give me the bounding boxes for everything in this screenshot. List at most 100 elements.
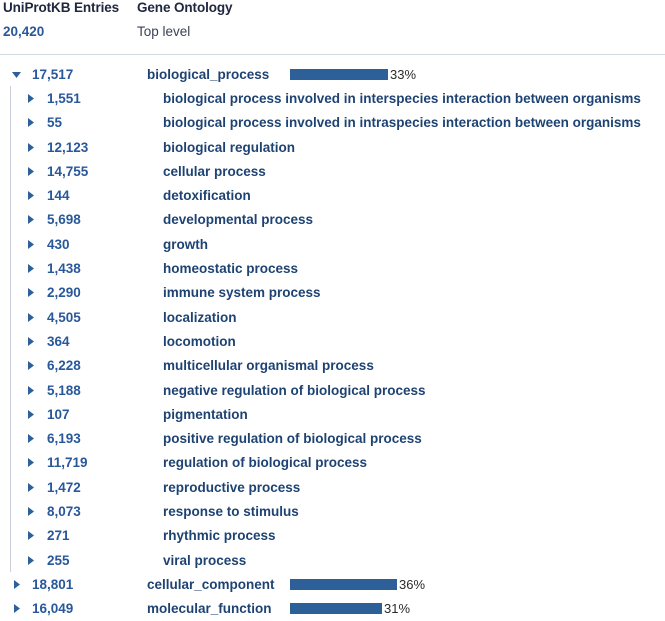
caret-right-icon[interactable]: [23, 504, 37, 518]
coverage-percent-label: 36%: [399, 576, 426, 592]
ontology-level-label: Top level: [137, 24, 191, 39]
tree-row: 107 pigmentation: [0, 402, 665, 426]
entry-count-link[interactable]: 8,073: [47, 504, 81, 519]
tree-row: 8,073 response to stimulus: [0, 499, 665, 523]
entry-count-link[interactable]: 1,551: [47, 91, 81, 106]
caret-right-icon[interactable]: [23, 456, 37, 470]
caret-right-icon[interactable]: [23, 407, 37, 421]
gene-ontology-term-link[interactable]: biological regulation: [163, 140, 295, 155]
gene-ontology-term-link[interactable]: reproductive process: [163, 480, 300, 495]
gene-ontology-term-link[interactable]: molecular_function: [147, 601, 272, 616]
caret-right-icon[interactable]: [23, 334, 37, 348]
gene-ontology-term-link[interactable]: detoxification: [163, 188, 251, 203]
tree-row: 12,123 biological regulation: [0, 135, 665, 159]
gene-ontology-term-link[interactable]: homeostatic process: [163, 261, 298, 276]
gene-ontology-term-link[interactable]: negative regulation of biological proces…: [163, 383, 426, 398]
caret-right-icon[interactable]: [23, 140, 37, 154]
tree-row: 6,228 multicellular organismal process: [0, 354, 665, 378]
caret-right-icon[interactable]: [23, 383, 37, 397]
tree-row: 5,188 negative regulation of biological p…: [0, 378, 665, 402]
tree-row: 255 viral process: [0, 548, 665, 572]
caret-right-icon[interactable]: [23, 359, 37, 373]
caret-right-icon[interactable]: [9, 602, 23, 616]
gene-ontology-term-link[interactable]: cellular process: [163, 164, 266, 179]
table-header: UniProtKB Entries Gene Ontology 20,420 T…: [0, 0, 665, 55]
entry-count-link[interactable]: 144: [47, 188, 70, 203]
entry-count-link[interactable]: 11,719: [47, 455, 88, 470]
total-entries-count[interactable]: 20,420: [0, 24, 137, 39]
caret-down-icon[interactable]: [9, 67, 23, 81]
gene-ontology-term-link[interactable]: viral process: [163, 553, 246, 568]
column-header-uniprotkb-entries: UniProtKB Entries: [3, 0, 120, 15]
entry-count-link[interactable]: 17,517: [32, 67, 73, 82]
coverage-bar-group: 36%: [290, 572, 425, 596]
entry-count-link[interactable]: 5,698: [47, 212, 81, 227]
caret-right-icon[interactable]: [23, 262, 37, 276]
tree-row: 18,801 cellular_component 36%: [0, 572, 665, 596]
gene-ontology-term-link[interactable]: growth: [163, 237, 208, 252]
gene-ontology-term-link[interactable]: localization: [163, 310, 237, 325]
gene-ontology-term-link[interactable]: multicellular organismal process: [163, 358, 374, 373]
caret-right-icon[interactable]: [23, 237, 37, 251]
entry-count-link[interactable]: 271: [47, 528, 70, 543]
gene-ontology-tree: 17,517 biological_process 33% 1,551 biologic…: [0, 55, 665, 621]
coverage-bar-group: 31%: [290, 597, 410, 621]
gene-ontology-term-link[interactable]: regulation of biological process: [163, 455, 367, 470]
gene-ontology-term-link[interactable]: immune system process: [163, 285, 321, 300]
gene-ontology-term-link[interactable]: biological process involved in intraspec…: [163, 115, 641, 130]
caret-right-icon[interactable]: [9, 577, 23, 591]
entry-count-link[interactable]: 1,438: [47, 261, 81, 276]
tree-row: 6,193 positive regulation of biological p…: [0, 426, 665, 450]
gene-ontology-term-link[interactable]: pigmentation: [163, 407, 248, 422]
gene-ontology-term-link[interactable]: positive regulation of biological proces…: [163, 431, 422, 446]
entry-count-link[interactable]: 5,188: [47, 383, 81, 398]
entry-count-link[interactable]: 16,049: [32, 601, 73, 616]
entry-count-link[interactable]: 6,193: [47, 431, 81, 446]
entry-count-link[interactable]: 18,801: [32, 577, 73, 592]
summary-row: 20,420 Top level: [0, 24, 665, 50]
tree-row: 5,698 developmental process: [0, 208, 665, 232]
gene-ontology-term-link[interactable]: response to stimulus: [163, 504, 299, 519]
coverage-percent-label: 33%: [390, 66, 417, 82]
entry-count-link[interactable]: 1,472: [47, 480, 81, 495]
gene-ontology-term-link[interactable]: cellular_component: [147, 577, 275, 592]
caret-right-icon[interactable]: [23, 310, 37, 324]
column-header-row: UniProtKB Entries Gene Ontology: [0, 0, 665, 24]
entry-count-link[interactable]: 4,505: [47, 310, 81, 325]
tree-row: 16,049 molecular_function 31%: [0, 597, 665, 621]
tree-row: 364 locomotion: [0, 329, 665, 353]
entry-count-link[interactable]: 14,755: [47, 164, 88, 179]
gene-ontology-term-link[interactable]: biological_process: [147, 67, 269, 82]
gene-ontology-term-link[interactable]: locomotion: [163, 334, 236, 349]
caret-right-icon[interactable]: [23, 91, 37, 105]
entry-count-link[interactable]: 255: [47, 553, 70, 568]
caret-right-icon[interactable]: [23, 213, 37, 227]
tree-row: 1,438 homeostatic process: [0, 256, 665, 280]
caret-right-icon[interactable]: [23, 116, 37, 130]
caret-right-icon[interactable]: [23, 189, 37, 203]
gene-ontology-term-link[interactable]: developmental process: [163, 212, 313, 227]
caret-right-icon[interactable]: [23, 432, 37, 446]
entry-count-link[interactable]: 364: [47, 334, 70, 349]
caret-right-icon[interactable]: [23, 529, 37, 543]
entry-count-link[interactable]: 12,123: [47, 140, 88, 155]
entry-count-link[interactable]: 55: [47, 115, 62, 130]
caret-right-icon[interactable]: [23, 286, 37, 300]
gene-ontology-term-link[interactable]: biological process involved in interspec…: [163, 91, 641, 106]
caret-right-icon[interactable]: [23, 480, 37, 494]
coverage-percent-label: 31%: [384, 601, 411, 617]
entry-count-link[interactable]: 6,228: [47, 358, 81, 373]
coverage-bar: [290, 68, 388, 80]
coverage-bar: [290, 603, 382, 615]
gene-ontology-term-link[interactable]: rhythmic process: [163, 528, 276, 543]
tree-row: 144 detoxification: [0, 183, 665, 207]
coverage-bar: [290, 578, 397, 590]
entry-count-link[interactable]: 107: [47, 407, 70, 422]
entry-count-link[interactable]: 430: [47, 237, 70, 252]
tree-row: 430 growth: [0, 232, 665, 256]
tree-row: 1,551 biological process involved in inte…: [0, 86, 665, 110]
caret-right-icon[interactable]: [23, 553, 37, 567]
tree-row: 14,755 cellular process: [0, 159, 665, 183]
entry-count-link[interactable]: 2,290: [47, 285, 81, 300]
caret-right-icon[interactable]: [23, 164, 37, 178]
